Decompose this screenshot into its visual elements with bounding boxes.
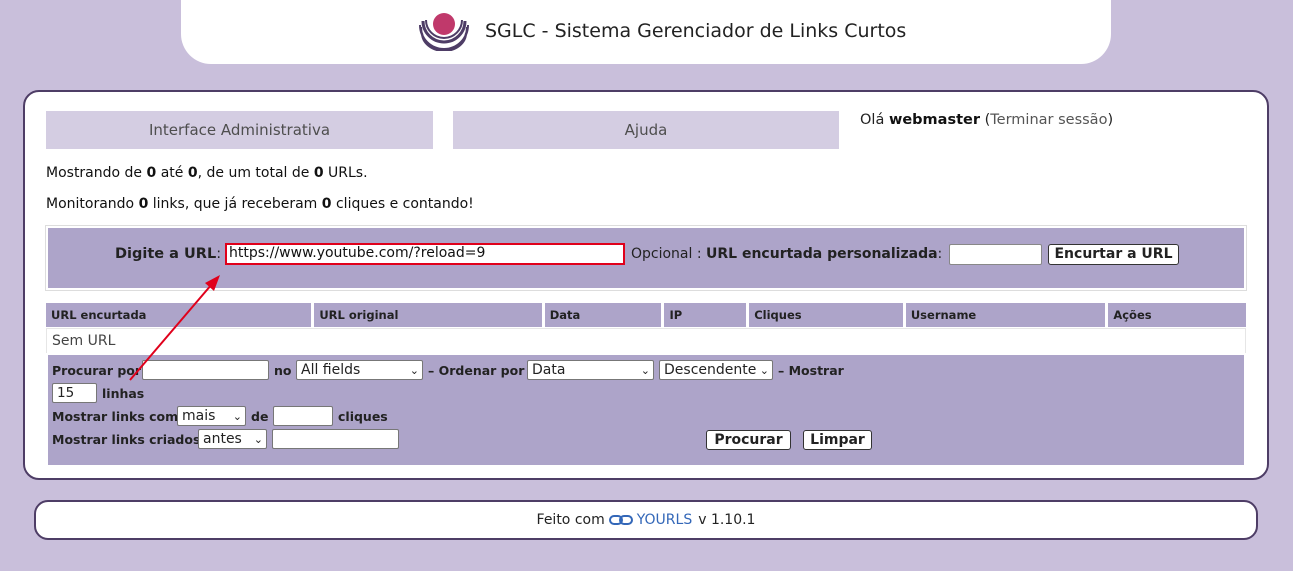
url-input[interactable]: https://www.youtube.com/?reload=9 [225, 243, 625, 265]
col-clicks[interactable]: Cliques [749, 303, 903, 327]
custom-keyword-text: URL encurtada personalizada [706, 246, 938, 262]
custom-keyword-input[interactable] [949, 243, 1042, 265]
clicks-compare-select[interactable]: mais ⌄ [177, 406, 246, 426]
showing-from: 0 [146, 165, 157, 181]
col-username[interactable]: Username [905, 303, 1106, 327]
col-date[interactable]: Data [544, 303, 662, 327]
custom-keyword-colon: : [937, 246, 943, 262]
url-label-colon: : [216, 246, 222, 262]
paren-close: ) [1107, 112, 1114, 128]
url-label: Digite a URL: [115, 246, 221, 262]
chain-link-icon [608, 515, 633, 525]
filter-form: Procurar por no All fields ⌄ – Ordenar po… [46, 353, 1246, 467]
monitoring-stats: Monitorando 0 links, que já receberam 0 … [46, 196, 474, 212]
add-url-form: Digite a URL: https://www.youtube.com/?r… [45, 225, 1247, 291]
search-input[interactable] [142, 360, 269, 380]
username: webmaster [888, 112, 980, 128]
nav-help[interactable]: Ajuda [453, 111, 839, 149]
rows-input[interactable]: 15 [52, 383, 97, 403]
show-label: – Mostrar [778, 363, 844, 378]
order-select[interactable]: Data ⌄ [527, 360, 654, 380]
greeting-prefix: Olá [860, 112, 889, 128]
monitor-clicks: 0 [321, 196, 332, 212]
custom-keyword-label: Opcional : URL encurtada personalizada: [631, 246, 942, 262]
clicks-filter-label: Mostrar links com [52, 409, 179, 424]
main-panel: Interface Administrativa Ajuda Olá webma… [23, 90, 1269, 480]
search-field-value: All fields [301, 362, 361, 378]
url-table-header: URL encurtada URL original Data IP Cliqu… [46, 303, 1246, 327]
order-label: – Ordenar por [428, 363, 525, 378]
monitor-links: 0 [138, 196, 149, 212]
url-label-text: Digite a URL [115, 246, 217, 262]
in-label: no [274, 363, 292, 378]
created-compare-value: antes [203, 431, 242, 447]
monitor-links-word: links, que já receberam [148, 196, 322, 212]
col-original-url[interactable]: URL original [314, 303, 542, 327]
direction-select[interactable]: Descendente ⌄ [659, 360, 773, 380]
university-logo-icon [419, 13, 469, 51]
search-field-select[interactable]: All fields ⌄ [296, 360, 423, 380]
showing-prefix: Mostrando de [46, 165, 147, 181]
created-date-input[interactable] [272, 429, 399, 449]
col-short-url[interactable]: URL encurtada [46, 303, 312, 327]
showing-to-word: até [156, 165, 188, 181]
chevron-down-icon: ⌄ [232, 409, 242, 423]
chevron-down-icon: ⌄ [640, 363, 650, 377]
col-actions: Ações [1108, 303, 1246, 327]
user-greeting: Olá webmaster (Terminar sessão) [860, 112, 1113, 128]
empty-row: Sem URL [46, 328, 1246, 354]
shorten-url-button[interactable]: Encurtar a URL [1048, 243, 1179, 265]
site-footer: Feito com YOURLS v 1.10.1 [34, 500, 1258, 540]
paren-open: ( [980, 112, 991, 128]
showing-to: 0 [187, 165, 198, 181]
site-header: SGLC - Sistema Gerenciador de Links Curt… [181, 0, 1111, 64]
yourls-link[interactable]: YOURLS [637, 512, 692, 528]
order-value: Data [532, 362, 566, 378]
site-title: SGLC - Sistema Gerenciador de Links Curt… [485, 20, 907, 42]
clicks-value-input[interactable] [273, 406, 333, 426]
col-ip[interactable]: IP [664, 303, 747, 327]
chevron-down-icon: ⌄ [253, 432, 263, 446]
made-with-text: Feito com [536, 512, 605, 528]
search-button[interactable]: Procurar [706, 430, 791, 450]
monitor-clicks-word: cliques e contando! [331, 196, 474, 212]
nav-admin-interface[interactable]: Interface Administrativa [46, 111, 433, 149]
showing-urls-word: URLs. [323, 165, 368, 181]
showing-total-word: , de um total de [197, 165, 314, 181]
optional-colon: : [692, 246, 707, 262]
created-compare-select[interactable]: antes ⌄ [198, 429, 267, 449]
search-label: Procurar por [52, 363, 142, 378]
created-label: Mostrar links criados [52, 432, 201, 447]
rows-label: linhas [102, 386, 145, 401]
optional-text: Opcional [631, 246, 693, 262]
logout-link[interactable]: Terminar sessão [990, 112, 1107, 128]
clicks-compare-value: mais [182, 408, 216, 424]
chevron-down-icon: ⌄ [409, 363, 419, 377]
monitor-prefix: Monitorando [46, 196, 139, 212]
of-label: de [251, 409, 269, 424]
clicks-word: cliques [338, 409, 388, 424]
chevron-down-icon: ⌄ [759, 363, 769, 377]
showing-stats: Mostrando de 0 até 0, de um total de 0 U… [46, 165, 368, 181]
version-text: v 1.10.1 [698, 512, 756, 528]
direction-value: Descendente [664, 362, 757, 378]
showing-total: 0 [313, 165, 324, 181]
clear-button[interactable]: Limpar [803, 430, 872, 450]
